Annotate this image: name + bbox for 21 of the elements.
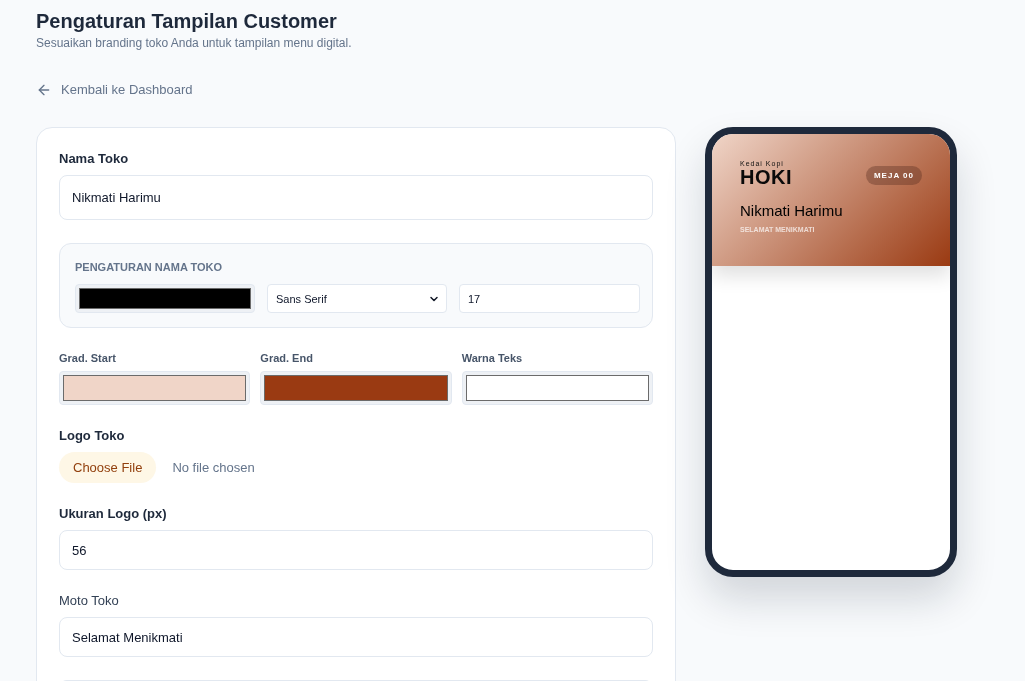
choose-file-button[interactable]: Choose File xyxy=(59,452,157,483)
field-label: Grad. Start xyxy=(59,351,116,365)
input-field[interactable]: 17 xyxy=(459,284,640,313)
file-status: No file chosen xyxy=(172,460,255,475)
field-label: Logo Toko xyxy=(59,428,125,444)
panel-heading: PENGATURAN NAMA TOKO xyxy=(75,260,223,274)
logo-wordmark: HOKI xyxy=(740,168,792,187)
page-title: Pengaturan Tampilan Customer xyxy=(36,10,337,32)
input-field[interactable]: 56 xyxy=(59,530,653,570)
input-field[interactable]: Nikmati Harimu xyxy=(59,175,653,220)
page-subtitle: Sesuaikan branding toko Anda untuk tampilan menu digital. xyxy=(36,35,352,51)
field-label: Moto Toko xyxy=(59,593,119,609)
back-link[interactable]: Kembali ke Dashboard xyxy=(36,81,193,99)
preview-store-name: Nikmati Harimu xyxy=(740,202,843,220)
field-label: Ukuran Logo (px) xyxy=(59,506,167,522)
font-select[interactable]: Sans Serif xyxy=(267,284,447,313)
table-badge: MEJA 00 xyxy=(865,166,922,185)
field-label: Nama Toko xyxy=(59,151,129,167)
field-label: Grad. End xyxy=(260,351,313,365)
field-label: Warna Teks xyxy=(461,351,523,365)
input-field[interactable]: Selamat Menikmati xyxy=(59,617,653,657)
